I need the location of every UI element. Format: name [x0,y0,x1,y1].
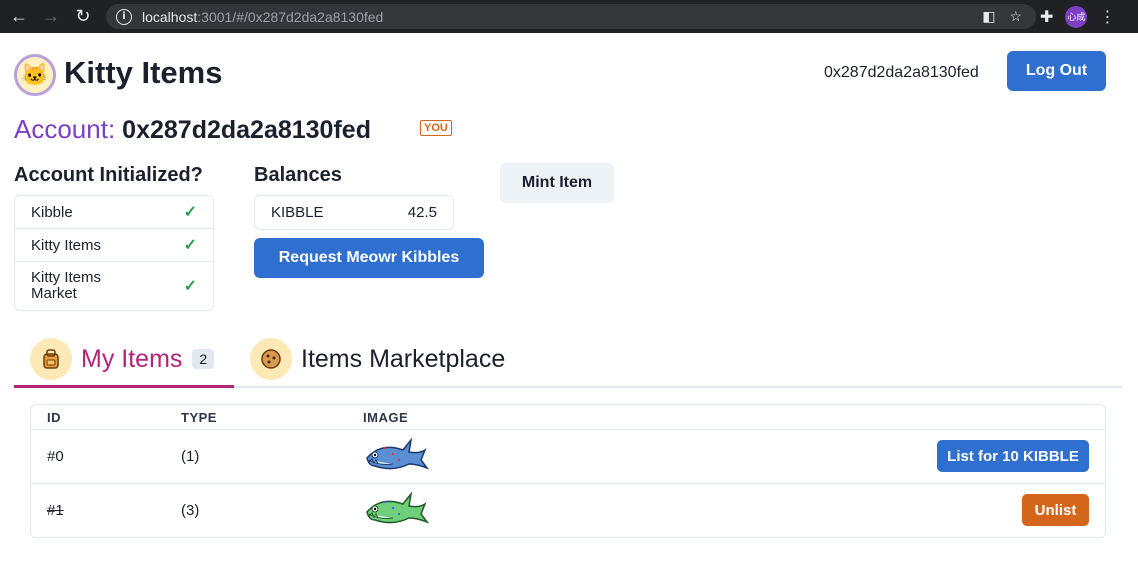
reload-icon[interactable]: ↻ [68,0,98,33]
request-kibbles-button[interactable]: Request Meowr Kibbles [254,238,484,278]
initialized-list: Kibble ✓ Kitty Items ✓ Kitty Items Marke… [14,195,214,311]
you-badge: YOU [420,120,452,136]
init-row-label: Kitty Items Market [31,269,102,302]
star-icon[interactable]: ☆ [1009,8,1022,25]
back-icon[interactable]: ← [4,0,34,33]
column-header-type: TYPE [181,410,217,425]
account-heading: Account: 0x287d2da2a8130fed [14,114,371,145]
tab-items-marketplace[interactable]: Items Marketplace [250,330,505,388]
list-for-sale-button[interactable]: List for 10 KIBBLE [937,440,1089,472]
logout-button[interactable]: Log Out [1007,51,1106,91]
browser-toolbar: ← → ↻ i localhost:3001/#/0x287d2da2a8130… [0,0,1138,33]
forward-icon[interactable]: → [36,0,66,33]
init-row-kibble: Kibble ✓ [15,196,213,229]
balance-row: KIBBLE 42.5 [254,195,454,230]
puzzle-icon[interactable]: ✚ [1040,7,1053,27]
items-table: ID TYPE IMAGE #0 (1) List for 10 KIBBLE … [30,404,1106,538]
app-title: Kitty Items [64,55,223,90]
item-id: #0 [47,448,64,465]
item-type: (3) [181,502,200,519]
column-header-id: ID [47,410,61,425]
init-row-label: Kibble [31,203,73,221]
unlist-button[interactable]: Unlist [1022,494,1089,526]
tab-label: My Items [81,344,183,373]
balance-amount: 42.5 [407,204,437,221]
table-header: ID TYPE IMAGE [31,405,1105,430]
green-shark-item-image [363,490,430,530]
active-tab-indicator [14,385,234,388]
init-row-label: Kitty Items [31,236,102,254]
cookie-icon [250,338,292,380]
mint-item-button[interactable]: Mint Item [500,163,614,203]
table-row: #1 (3) Unlist [31,484,1105,538]
account-label: Account: [14,114,116,144]
init-row-kitty-items: Kitty Items ✓ [15,229,213,262]
initialized-heading: Account Initialized? [14,164,203,186]
tab-count-badge: 2 [192,349,215,369]
balances-heading: Balances [254,164,342,186]
item-type: (1) [181,448,200,465]
url-path: :3001/#/0x287d2da2a8130fed [197,8,384,25]
info-icon[interactable]: i [116,8,132,25]
header-address: 0x287d2da2a8130fed [824,64,979,81]
blue-shark-item-image [363,436,430,476]
translate-icon[interactable]: ◧ [982,8,995,25]
backpack-icon [30,338,72,380]
check-icon: ✓ [183,237,197,254]
menu-icon[interactable]: ⋮ [1099,7,1115,27]
item-tabs: My Items 2 Items Marketplace [14,330,1122,388]
app-header: 🐱 Kitty Items 0x287d2da2a8130fed Log Out [14,50,1106,96]
tab-my-items[interactable]: My Items 2 [30,330,215,388]
profile-avatar[interactable]: 心成 [1065,5,1088,28]
tab-label: Items Marketplace [301,344,506,373]
column-header-image: IMAGE [363,410,409,425]
init-row-market: Kitty Items Market ✓ [15,262,213,310]
url-host: localhost [142,8,198,25]
address-bar[interactable]: i localhost:3001/#/0x287d2da2a8130fed ◧ … [106,4,1036,29]
kitty-logo-icon: 🐱 [14,54,56,96]
check-icon: ✓ [183,278,197,295]
balance-token: KIBBLE [271,204,324,221]
table-row: #0 (1) List for 10 KIBBLE [31,430,1105,484]
url-text[interactable]: localhost:3001/#/0x287d2da2a8130fed [142,9,383,25]
account-address: 0x287d2da2a8130fed [122,116,371,144]
check-icon: ✓ [183,204,197,221]
item-id: #1 [47,502,64,519]
